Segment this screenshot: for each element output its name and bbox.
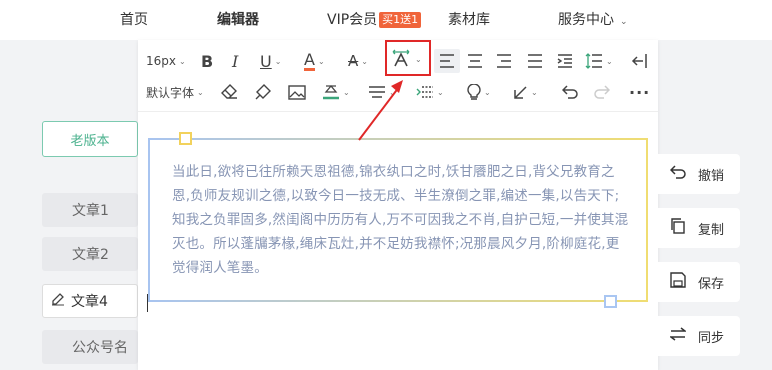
format-brush-icon[interactable]	[255, 81, 272, 103]
nav-home[interactable]: 首页	[120, 9, 148, 29]
save-icon	[670, 272, 698, 292]
undo-icon[interactable]	[562, 81, 578, 103]
underline-icon: U	[260, 51, 272, 71]
article-text[interactable]: 当此日,欲将已往所赖天恩祖德,锦衣纨口之时,饫甘餍肥之日,背父兄教育之恩,负师友…	[172, 160, 632, 280]
copy-label: 复制	[698, 222, 725, 238]
font-family-select[interactable]: 默认字体 ⌄	[146, 81, 204, 103]
strikethrough-button[interactable]: A ⌄	[348, 50, 368, 72]
account-item[interactable]: 公众号名	[42, 330, 138, 364]
chevron-down-icon: ⌄	[389, 87, 396, 97]
font-color-icon: A	[304, 49, 315, 71]
old-version-button[interactable]: 老版本	[42, 121, 138, 157]
save-action-button[interactable]: 保存	[658, 262, 740, 302]
chevron-down-icon: ⌄	[317, 56, 325, 66]
edit-pen-icon	[51, 292, 65, 310]
article-label: 文章4	[71, 294, 108, 310]
text-cursor	[147, 294, 148, 312]
line-height-icon	[585, 53, 603, 69]
more-icon[interactable]: ···	[629, 81, 650, 103]
nav-service-label: 服务中心	[558, 12, 614, 28]
sync-action-button[interactable]: 同步	[658, 316, 740, 356]
strikethrough-icon: A	[348, 52, 359, 70]
chevron-down-icon: ⌄	[361, 56, 368, 66]
copy-icon	[670, 218, 698, 238]
corner-handle[interactable]	[179, 132, 192, 145]
font-color-button[interactable]: A ⌄	[304, 50, 325, 72]
toolbar: 16px ⌄ B I U ⌄ A ⌄ A ⌄ ⌄ ⌄ 默认字体 ⌄ ⌄ ⌄ ⌄ ⌄ ⌄ ·…	[138, 40, 658, 112]
chevron-down-icon: ⌄	[437, 87, 444, 97]
italic-icon[interactable]: I	[232, 50, 238, 72]
divider-button[interactable]: ⌄	[368, 81, 396, 103]
nav-service[interactable]: 服务中心 ⌄	[558, 9, 628, 29]
vip-badge: 买1送1	[379, 12, 422, 28]
top-nav: 首页 编辑器 VIP会员 买1送1 素材库 服务中心 ⌄	[0, 0, 772, 40]
article-item-1[interactable]: 文章1	[42, 193, 138, 227]
line-height-button[interactable]: ⌄	[585, 50, 613, 72]
align-center-icon[interactable]	[467, 50, 483, 72]
font-family-value: 默认字体	[146, 85, 195, 100]
editor-panel: 16px ⌄ B I U ⌄ A ⌄ A ⌄ ⌄ ⌄ 默认字体 ⌄ ⌄ ⌄ ⌄ ⌄ ⌄ ·…	[138, 40, 658, 370]
sync-label: 同步	[698, 330, 725, 346]
align-left-icon[interactable]	[434, 49, 460, 73]
chevron-down-icon: ⌄	[484, 87, 491, 97]
save-label: 保存	[698, 276, 725, 292]
article-label: 文章2	[72, 247, 109, 263]
highlight-annotation-box	[385, 40, 431, 76]
justify-icon[interactable]	[527, 50, 543, 72]
undo-icon	[669, 165, 698, 183]
indent-icon[interactable]	[557, 50, 573, 72]
font-size-select[interactable]: 16px ⌄	[146, 50, 186, 72]
undo-action-button[interactable]: 撤销	[658, 154, 740, 194]
eraser-icon[interactable]	[221, 81, 238, 103]
nav-editor[interactable]: 编辑器	[217, 9, 259, 29]
spacing-icon	[416, 84, 434, 100]
lightbulb-icon	[467, 83, 481, 101]
exit-icon[interactable]	[631, 50, 647, 72]
sync-icon	[668, 327, 698, 345]
arrow-button[interactable]: ⌄	[513, 81, 538, 103]
redo-icon	[594, 81, 610, 103]
article-item-2[interactable]: 文章2	[42, 237, 138, 271]
nav-vip-label: VIP会员	[327, 12, 378, 28]
nav-vip[interactable]: VIP会员 买1送1	[327, 9, 422, 29]
account-label: 公众号名	[72, 340, 128, 356]
content-block[interactable]: 当此日,欲将已往所赖天恩祖德,锦衣纨口之时,饫甘餍肥之日,背父兄教育之恩,负师友…	[148, 132, 648, 308]
corner-handle[interactable]	[604, 295, 617, 308]
spacing-button[interactable]: ⌄	[416, 81, 444, 103]
underline-button[interactable]: U ⌄	[260, 50, 281, 72]
align-right-icon[interactable]	[496, 50, 512, 72]
arrow-icon	[513, 85, 528, 100]
divider-icon	[368, 85, 386, 99]
chevron-down-icon: ⌄	[197, 87, 204, 97]
image-icon[interactable]	[288, 81, 306, 103]
font-size-value: 16px	[146, 54, 176, 68]
background-color-button[interactable]: ⌄	[322, 81, 350, 103]
chevron-down-icon: ⌄	[620, 17, 628, 27]
copy-action-button[interactable]: 复制	[658, 208, 740, 248]
chevron-down-icon: ⌄	[274, 56, 282, 66]
chevron-down-icon: ⌄	[179, 56, 186, 66]
background-color-icon	[322, 84, 340, 100]
nav-materials[interactable]: 素材库	[448, 9, 490, 29]
undo-label: 撤销	[698, 168, 725, 184]
chevron-down-icon: ⌄	[343, 87, 350, 97]
bold-icon[interactable]: B	[201, 50, 213, 72]
article-item-4[interactable]: 文章4	[42, 284, 138, 318]
chevron-down-icon: ⌄	[531, 87, 538, 97]
lightbulb-button[interactable]: ⌄	[467, 81, 491, 103]
article-label: 文章1	[72, 203, 109, 219]
chevron-down-icon: ⌄	[606, 56, 613, 66]
